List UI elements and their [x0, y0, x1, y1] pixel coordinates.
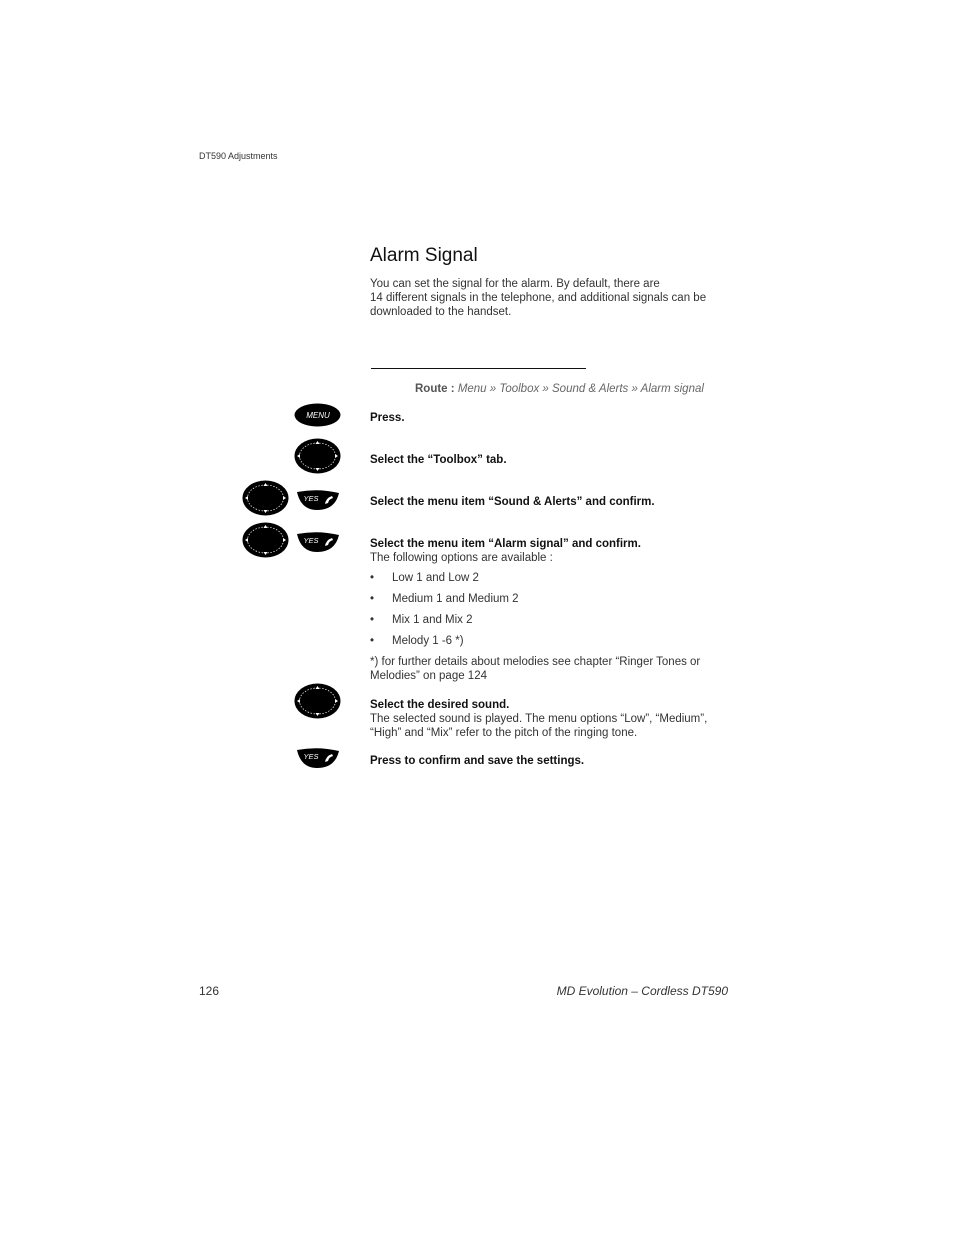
- divider: [371, 368, 586, 369]
- step-6: Press to confirm and save the settings.: [370, 754, 740, 768]
- option-item: Medium 1 and Medium 2: [370, 592, 740, 613]
- step-description-line: The selected sound is played. The menu o…: [370, 713, 708, 725]
- step-instruction: Select the menu item “Sound & Alerts” an…: [370, 496, 655, 508]
- route-label: Route :: [415, 383, 455, 395]
- step-instruction: Select the desired sound.: [370, 699, 510, 711]
- intro-paragraph: You can set the signal for the alarm. By…: [370, 277, 740, 319]
- menu-key-label: MENU: [306, 411, 330, 420]
- step-4: Select the menu item “Alarm signal” and …: [370, 537, 740, 683]
- step-2: Select the “Toolbox” tab.: [370, 453, 740, 467]
- option-item: Melody 1 -6 *): [370, 634, 740, 655]
- yes-key-icon: YES: [297, 532, 339, 552]
- section-title: Alarm Signal: [370, 245, 478, 266]
- footnote-line: Melodies” on page 124: [370, 670, 487, 682]
- navigation-key-icon: [294, 683, 341, 719]
- running-header: DT590 Adjustments: [199, 151, 278, 161]
- route-value: Menu » Toolbox » Sound & Alerts » Alarm …: [457, 383, 704, 395]
- option-item: Low 1 and Low 2: [370, 571, 740, 592]
- yes-key-label: YES: [303, 536, 318, 545]
- yes-key-label: YES: [303, 494, 318, 503]
- footnote-line: *) for further details about melodies se…: [370, 656, 701, 668]
- navigation-key-icon: [242, 522, 289, 558]
- yes-key-icon: YES: [297, 490, 339, 510]
- menu-key-icon: MENU: [294, 403, 341, 427]
- options-list: Low 1 and Low 2 Medium 1 and Medium 2 Mi…: [370, 571, 740, 655]
- step-instruction: Press.: [370, 412, 405, 424]
- yes-key-icon: YES: [297, 748, 339, 768]
- step-instruction: Select the “Toolbox” tab.: [370, 454, 507, 466]
- step-3: Select the menu item “Sound & Alerts” an…: [370, 495, 740, 509]
- step-instruction: Press to confirm and save the settings.: [370, 755, 585, 767]
- route-path: Route : Menu » Toolbox » Sound & Alerts …: [415, 383, 704, 395]
- navigation-key-icon: [294, 438, 341, 474]
- step-description: The following options are available :: [370, 552, 553, 564]
- intro-line: downloaded to the handset.: [370, 306, 512, 318]
- yes-key-label: YES: [303, 752, 318, 761]
- intro-line: You can set the signal for the alarm. By…: [370, 278, 660, 290]
- step-instruction: Select the menu item “Alarm signal” and …: [370, 538, 641, 550]
- intro-line: 14 different signals in the telephone, a…: [370, 292, 707, 304]
- step-5: Select the desired sound. The selected s…: [370, 698, 740, 740]
- step-1: Press.: [370, 411, 740, 425]
- product-name: MD Evolution – Cordless DT590: [556, 984, 728, 998]
- step-description-line: “High” and “Mix” refer to the pitch of t…: [370, 727, 638, 739]
- footnote: *) for further details about melodies se…: [370, 655, 740, 683]
- option-item: Mix 1 and Mix 2: [370, 613, 740, 634]
- page-number: 126: [199, 984, 220, 998]
- navigation-key-icon: [242, 480, 289, 516]
